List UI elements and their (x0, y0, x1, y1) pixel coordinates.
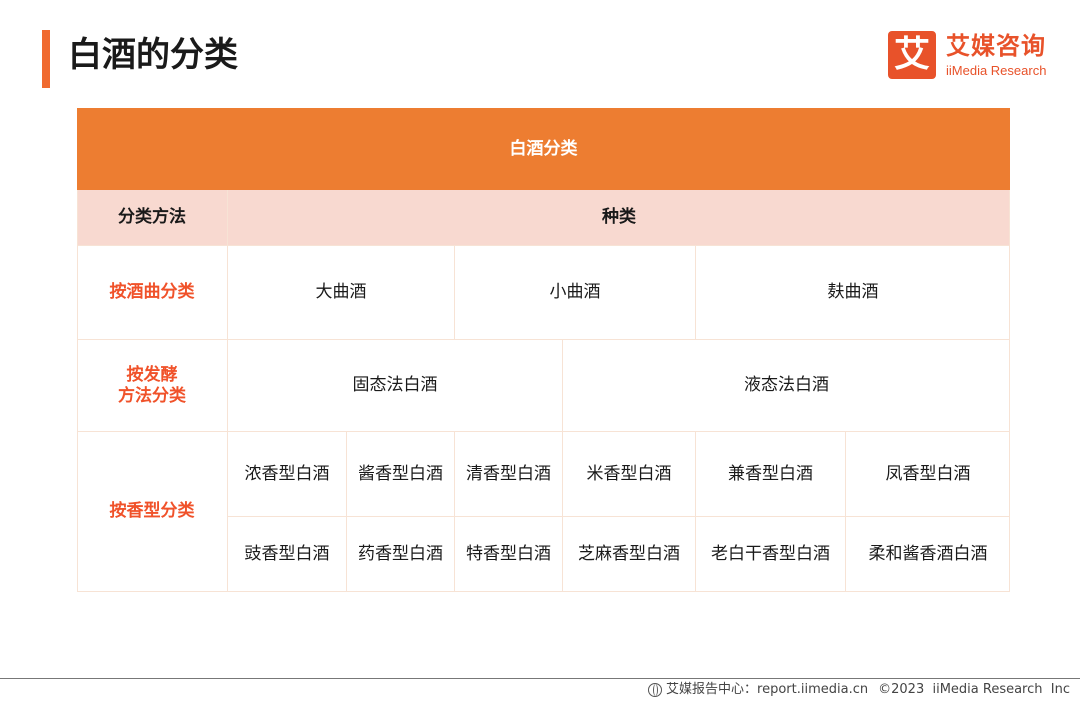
grid-line (695, 246, 696, 339)
table-cell: 凤香型白酒 (885, 463, 971, 484)
footer-copyright: ©2023 iiMedia Research Inc (878, 682, 1070, 697)
grid-line (77, 591, 1010, 592)
grid-line (77, 245, 1010, 246)
row-method-label: 按酒曲分类 (109, 282, 195, 302)
grid-line (1009, 190, 1010, 592)
row-method-label-line1: 按发酵 (126, 364, 178, 385)
title-accent-bar (42, 30, 50, 88)
column-header-kind: 种类 (228, 190, 1010, 245)
table-cell: 麸曲酒 (827, 282, 879, 302)
logo-mark-icon: 艾 (888, 31, 936, 79)
globe-icon (648, 683, 663, 697)
logo-name-en: iiMedia Research (946, 63, 1047, 78)
table-cell: 特香型白酒 (466, 543, 551, 564)
footer-source-label: 艾媒报告中心： (666, 682, 758, 697)
table-cell: 酱香型白酒 (358, 463, 443, 484)
grid-line (562, 432, 563, 591)
table-cell: 固态法白酒 (352, 375, 438, 395)
row-method-label: 按发酵 方法分类 (77, 340, 227, 431)
table-header: 白酒分类 (77, 108, 1010, 190)
table-cell: 浓香型白酒 (244, 463, 330, 484)
grid-line (845, 432, 846, 591)
grid-line (77, 339, 1010, 340)
table-cell: 药香型白酒 (358, 543, 443, 564)
grid-line (227, 190, 228, 592)
table-cell: 柔和酱香酒白酒 (868, 543, 988, 564)
table-cell: 老白干香型白酒 (711, 543, 830, 564)
column-header-method: 分类方法 (77, 190, 227, 245)
table-cell: 芝麻香型白酒 (578, 543, 680, 564)
grid-line (695, 432, 696, 591)
table-cell: 清香型白酒 (466, 463, 551, 484)
page-title: 白酒的分类 (68, 35, 238, 75)
table-cell: 液态法白酒 (744, 375, 829, 395)
table-cell: 兼香型白酒 (728, 463, 813, 484)
footer-divider (0, 678, 1080, 679)
brand-logo[interactable]: 艾 艾媒咨询 iiMedia Research (888, 31, 1063, 81)
grid-line (454, 432, 455, 591)
grid-line (454, 246, 455, 339)
grid-line (346, 432, 347, 591)
footer: 艾媒报告中心： report.iimedia.cn ©2023 iiMedia … (648, 681, 1070, 699)
footer-url-link[interactable]: report.iimedia.cn (757, 681, 868, 699)
logo-name-cn: 艾媒咨询 (946, 32, 1046, 60)
grid-line (77, 190, 78, 592)
row-method-label: 按香型分类 (109, 501, 195, 521)
table-cell: 米香型白酒 (586, 463, 672, 484)
table-cell: 豉香型白酒 (244, 543, 330, 564)
grid-line (77, 431, 1010, 432)
table-cell: 小曲酒 (549, 282, 601, 302)
row-method-label-line2: 方法分类 (118, 385, 186, 406)
table-cell: 大曲酒 (315, 282, 367, 302)
grid-line (562, 340, 563, 431)
